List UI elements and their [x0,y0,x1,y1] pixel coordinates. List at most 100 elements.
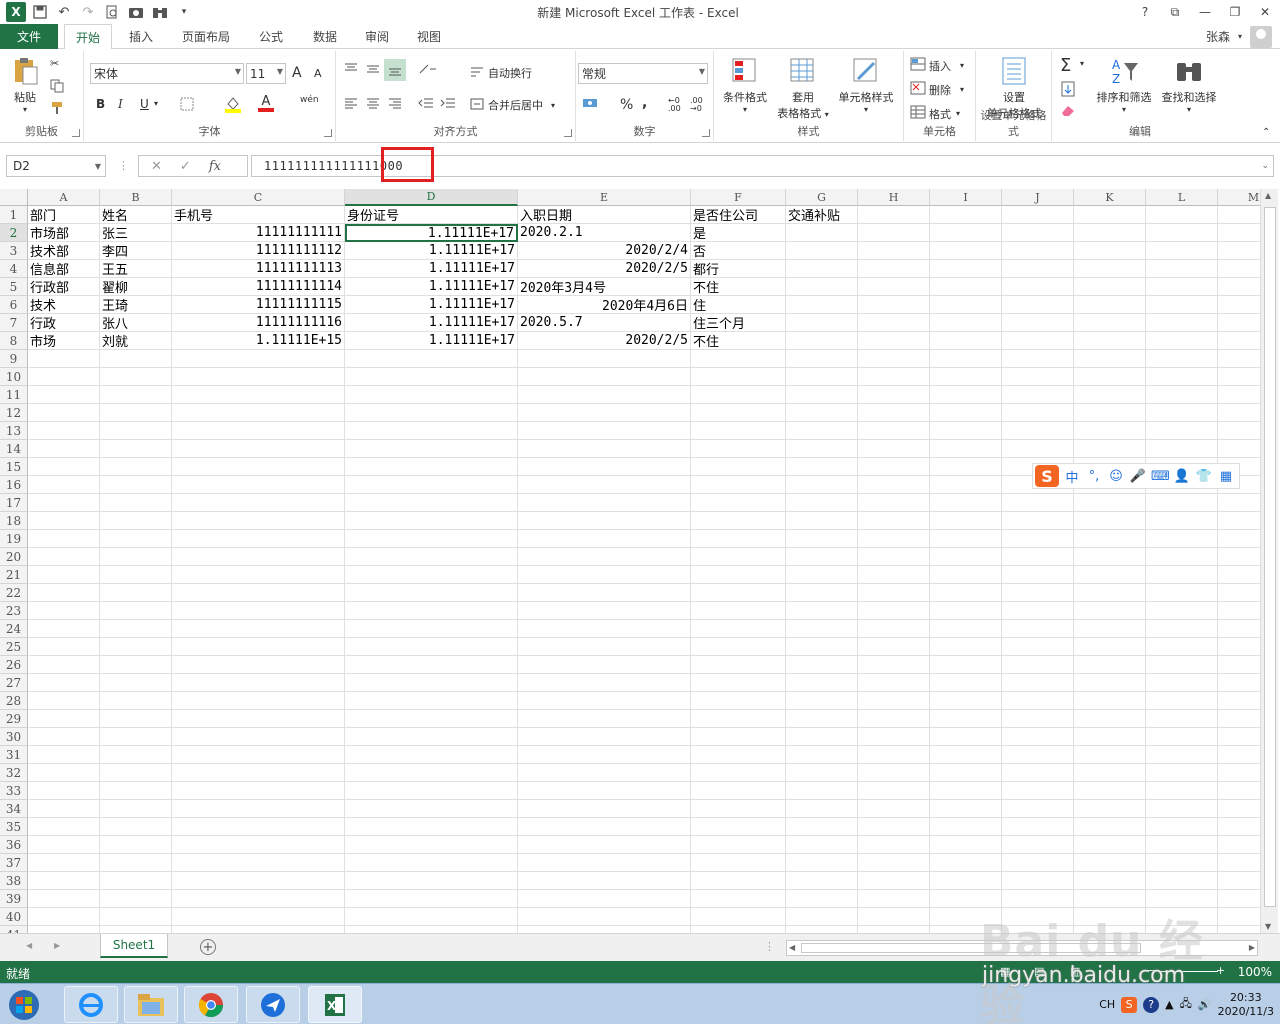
minimize-button[interactable]: — [1190,0,1220,24]
row-header-5[interactable]: 5 [0,278,28,296]
user-icon[interactable]: 👤 [1173,469,1191,484]
cell-h3[interactable] [858,242,930,260]
cell-m1[interactable] [1218,206,1260,224]
cell-c37[interactable] [172,854,345,872]
cell-e11[interactable] [518,386,691,404]
cell-a33[interactable] [28,782,100,800]
cell-k32[interactable] [1074,764,1146,782]
cell-a4[interactable]: 信息部 [28,260,100,278]
cell-g17[interactable] [786,494,858,512]
cell-l23[interactable] [1146,602,1218,620]
cell-d19[interactable] [345,530,518,548]
row-header-35[interactable]: 35 [0,818,28,836]
cell-j3[interactable] [1002,242,1074,260]
cell-l19[interactable] [1146,530,1218,548]
cell-e40[interactable] [518,908,691,926]
cell-e39[interactable] [518,890,691,908]
cell-i40[interactable] [930,908,1002,926]
toolbox-icon[interactable]: ▦ [1217,469,1235,484]
cell-a36[interactable] [28,836,100,854]
cell-i2[interactable] [930,224,1002,242]
merge-center-button[interactable]: 合并后居中 ▾ [470,97,555,113]
cell-l5[interactable] [1146,278,1218,296]
row-header-25[interactable]: 25 [0,638,28,656]
cell-i5[interactable] [930,278,1002,296]
cell-k34[interactable] [1074,800,1146,818]
orientation-icon[interactable] [418,63,438,75]
cell-m21[interactable] [1218,566,1260,584]
cell-e37[interactable] [518,854,691,872]
cell-k33[interactable] [1074,782,1146,800]
cell-c35[interactable] [172,818,345,836]
cell-i36[interactable] [930,836,1002,854]
cell-j38[interactable] [1002,872,1074,890]
cell-e4[interactable]: 2020/2/5 [518,260,691,278]
cell-c18[interactable] [172,512,345,530]
cell-b21[interactable] [100,566,172,584]
font-launcher-icon[interactable] [324,129,332,137]
cell-h19[interactable] [858,530,930,548]
cell-f1[interactable]: 是否住公司 [691,206,786,224]
cell-m29[interactable] [1218,710,1260,728]
internet-explorer-icon[interactable] [64,986,118,1023]
cell-l14[interactable] [1146,440,1218,458]
cell-d7[interactable]: 1.11111E+17 [345,314,518,332]
cell-m32[interactable] [1218,764,1260,782]
cell-g38[interactable] [786,872,858,890]
cell-k3[interactable] [1074,242,1146,260]
cell-c25[interactable] [172,638,345,656]
input-language[interactable]: CH [1099,998,1115,1011]
cell-f7[interactable]: 住三个月 [691,314,786,332]
cell-f36[interactable] [691,836,786,854]
row-header-24[interactable]: 24 [0,620,28,638]
row-header-39[interactable]: 39 [0,890,28,908]
cell-g23[interactable] [786,602,858,620]
cell-l41[interactable] [1146,926,1218,933]
cell-j28[interactable] [1002,692,1074,710]
align-middle-icon[interactable] [366,63,380,75]
scroll-left-icon[interactable]: ◀ [789,943,795,952]
cell-h4[interactable] [858,260,930,278]
cell-g31[interactable] [786,746,858,764]
cell-a25[interactable] [28,638,100,656]
column-header-e[interactable]: E [518,189,691,206]
cell-a7[interactable]: 行政 [28,314,100,332]
cell-a17[interactable] [28,494,100,512]
cell-g18[interactable] [786,512,858,530]
cell-i18[interactable] [930,512,1002,530]
cell-f6[interactable]: 住 [691,296,786,314]
cell-f39[interactable] [691,890,786,908]
cell-j8[interactable] [1002,332,1074,350]
cell-f22[interactable] [691,584,786,602]
cell-b23[interactable] [100,602,172,620]
column-header-b[interactable]: B [100,189,172,206]
cell-j21[interactable] [1002,566,1074,584]
row-header-20[interactable]: 20 [0,548,28,566]
enter-entry-icon[interactable]: ✓ [180,159,191,174]
cell-a11[interactable] [28,386,100,404]
cell-h7[interactable] [858,314,930,332]
row-header-31[interactable]: 31 [0,746,28,764]
cell-j41[interactable] [1002,926,1074,933]
cell-a10[interactable] [28,368,100,386]
cell-d5[interactable]: 1.11111E+17 [345,278,518,296]
cell-i35[interactable] [930,818,1002,836]
cell-l33[interactable] [1146,782,1218,800]
chevron-down-icon[interactable]: ▾ [1080,59,1084,68]
cell-m7[interactable] [1218,314,1260,332]
cell-b2[interactable]: 张三 [100,224,172,242]
cell-g35[interactable] [786,818,858,836]
cell-e12[interactable] [518,404,691,422]
cell-k4[interactable] [1074,260,1146,278]
row-header-9[interactable]: 9 [0,350,28,368]
cell-m28[interactable] [1218,692,1260,710]
cell-d24[interactable] [345,620,518,638]
cell-m5[interactable] [1218,278,1260,296]
cell-a35[interactable] [28,818,100,836]
cell-d21[interactable] [345,566,518,584]
align-left-icon[interactable] [344,97,358,109]
cell-k27[interactable] [1074,674,1146,692]
cell-m33[interactable] [1218,782,1260,800]
cell-a23[interactable] [28,602,100,620]
vertical-scroll-thumb[interactable] [1264,207,1276,907]
